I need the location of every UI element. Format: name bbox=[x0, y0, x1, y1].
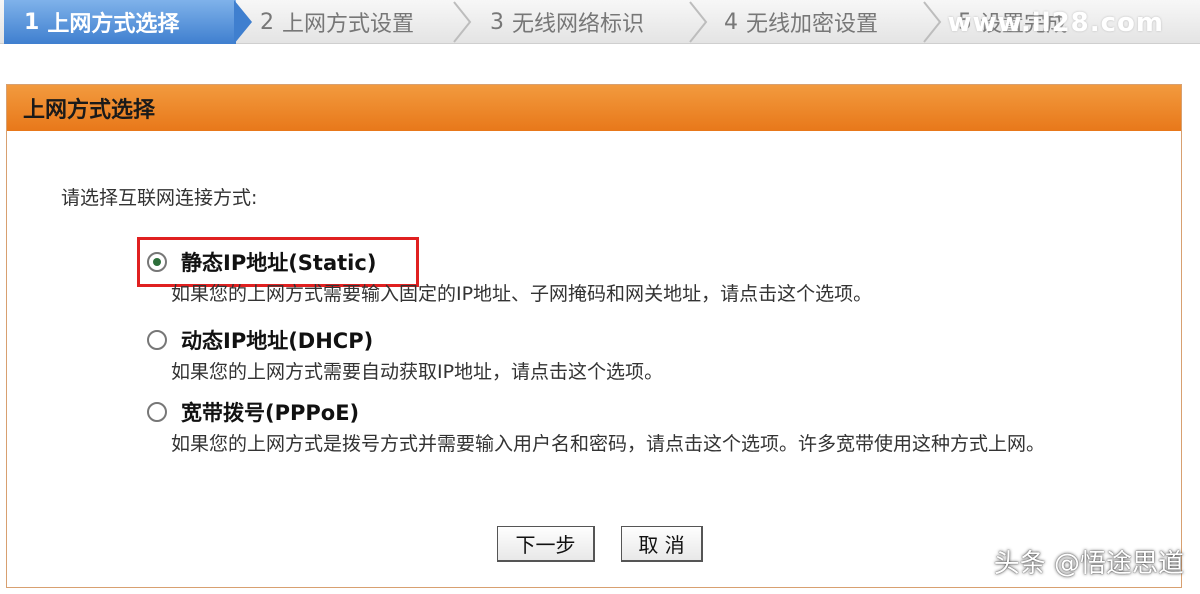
connection-type-panel: 上网方式选择 请选择互联网连接方式: 静态IP地址(Static) 如果您的上网… bbox=[6, 84, 1182, 588]
step-label: 上网方式选择 bbox=[47, 12, 180, 37]
site-watermark: www.il28.com bbox=[947, 8, 1164, 38]
step-label: 无线网络标识 bbox=[512, 12, 645, 37]
static-ip-radio[interactable] bbox=[147, 252, 167, 272]
static-ip-label[interactable]: 静态IP地址(Static) bbox=[181, 247, 376, 277]
chevron-right-icon bbox=[453, 1, 472, 43]
step-number: 4 bbox=[724, 9, 738, 35]
option-pppoe: 宽带拨号(PPPoE) 如果您的上网方式是拨号方式并需要输入用户名和密码，请点击… bbox=[147, 395, 1101, 459]
chevron-right-icon bbox=[923, 1, 942, 43]
step-label: 无线加密设置 bbox=[746, 12, 879, 37]
step-number: 2 bbox=[260, 9, 274, 35]
step-label: 上网方式设置 bbox=[282, 12, 415, 37]
dhcp-description: 如果您的上网方式需要自动获取IP地址，请点击这个选项。 bbox=[171, 361, 664, 383]
step-number: 3 bbox=[490, 9, 504, 35]
panel-title: 上网方式选择 bbox=[23, 98, 156, 123]
pppoe-description: 如果您的上网方式是拨号方式并需要输入用户名和密码，请点击这个选项。许多宽带使用这… bbox=[171, 433, 1046, 455]
step-number: 1 bbox=[24, 9, 40, 35]
next-step-button[interactable]: 下一步 bbox=[497, 526, 595, 562]
static-ip-description: 如果您的上网方式需要输入固定的IP地址、子网掩码和网关地址，请点击这个选项。 bbox=[171, 283, 873, 305]
dhcp-radio[interactable] bbox=[147, 330, 167, 350]
author-credit: 头条 @悟途思道 bbox=[993, 549, 1184, 579]
radio-selected-dot bbox=[153, 258, 161, 266]
wizard-step-3[interactable]: 3 无线网络标识 bbox=[490, 0, 644, 44]
panel-header: 上网方式选择 bbox=[7, 85, 1181, 131]
selection-prompt: 请选择互联网连接方式: bbox=[61, 187, 258, 209]
dhcp-label[interactable]: 动态IP地址(DHCP) bbox=[181, 325, 373, 355]
pppoe-radio[interactable] bbox=[147, 402, 167, 422]
chevron-right-icon bbox=[234, 0, 252, 44]
wizard-step-1[interactable]: 1 上网方式选择 bbox=[4, 0, 236, 44]
pppoe-label[interactable]: 宽带拨号(PPPoE) bbox=[181, 397, 359, 427]
wizard-step-bar: 1 上网方式选择 2 上网方式设置 3 无线网络标识 4 无线加密设置 5 设置… bbox=[0, 0, 1200, 44]
chevron-right-icon bbox=[689, 1, 708, 43]
wizard-step-2[interactable]: 2 上网方式设置 bbox=[260, 0, 414, 44]
cancel-button[interactable]: 取 消 bbox=[621, 526, 703, 562]
option-dhcp: 动态IP地址(DHCP) 如果您的上网方式需要自动获取IP地址，请点击这个选项。 bbox=[147, 323, 1101, 387]
option-static-ip: 静态IP地址(Static) 如果您的上网方式需要输入固定的IP地址、子网掩码和… bbox=[147, 245, 1101, 309]
wizard-step-4[interactable]: 4 无线加密设置 bbox=[724, 0, 878, 44]
